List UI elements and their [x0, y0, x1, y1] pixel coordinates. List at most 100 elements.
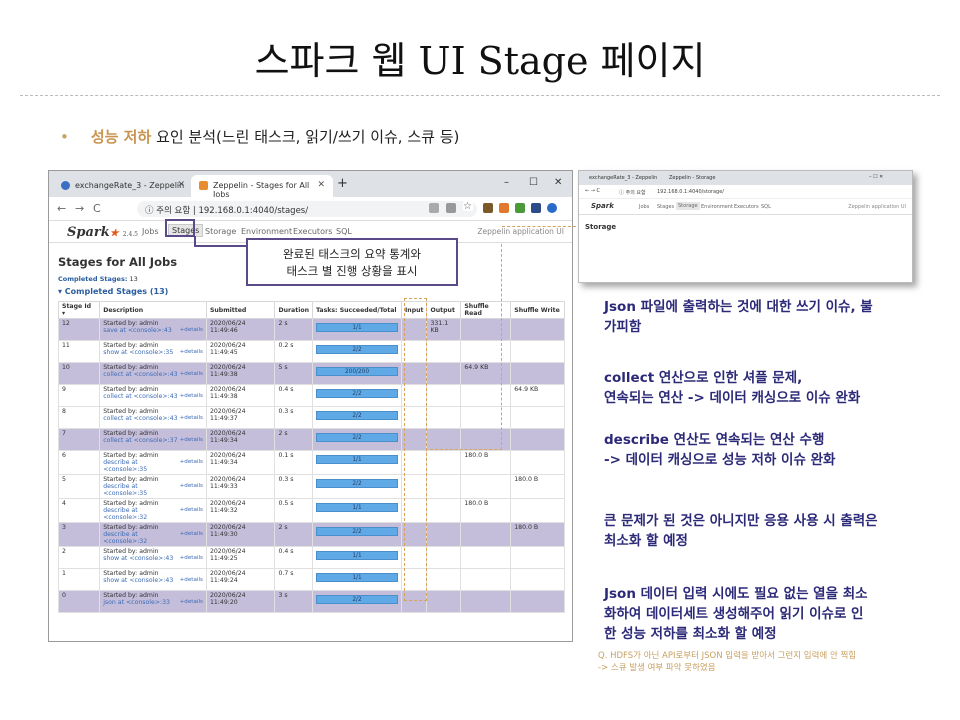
column-header[interactable]: Tasks: Succeeded/Total — [311, 301, 402, 319]
storage-address-bar: ← → C ⓘ 주의 요함 192.168.0.1:4040/storage/ — [579, 185, 912, 199]
description-cell: +details Started by: admin describe at <co… — [99, 450, 207, 475]
nav-sql[interactable]: SQL — [336, 227, 352, 236]
shuffle-write-cell — [510, 318, 565, 341]
column-header[interactable]: Submitted — [205, 301, 276, 319]
nav-stages[interactable]: Stages — [657, 204, 674, 210]
callout-line: 완료된 태스크의 요약 통계와 — [283, 247, 421, 261]
tasks-cell: 2/2 — [311, 406, 402, 429]
tab-close-icon[interactable]: ✕ — [177, 180, 185, 190]
nav-storage[interactable]: Storage — [205, 227, 236, 236]
translate-icon[interactable] — [429, 203, 439, 213]
column-header[interactable]: Shuffle Write — [510, 301, 565, 319]
tasks-cell: 1/1 — [311, 450, 402, 475]
column-header[interactable]: Duration — [274, 301, 313, 319]
nav-sql[interactable]: SQL — [761, 204, 771, 210]
nav-storage[interactable]: Storage — [676, 202, 700, 210]
browser-tabbar: exchangeRate_3 - Zeppelin ✕ Zeppelin - S… — [49, 171, 572, 199]
output-cell — [426, 450, 462, 475]
column-header[interactable]: Stage Id ▾ — [57, 301, 101, 319]
description-cell: +details Started by: admin save at <consol… — [99, 318, 207, 341]
details-link[interactable]: +details — [180, 483, 203, 489]
reload-icon[interactable]: C — [93, 202, 101, 215]
bookmark-star-icon[interactable]: ☆ — [463, 201, 473, 212]
url-field[interactable]: ⓘ 주의 요함 | 192.168.0.1:4040/stages/ — [137, 201, 477, 217]
details-link[interactable]: +details — [180, 577, 203, 583]
tab-label: exchangeRate_3 - Zeppelin — [75, 181, 185, 190]
url-text: 192.168.0.1:4040/stages/ — [198, 206, 309, 216]
storage-screenshot: exchangeRate_3 - Zeppelin Zeppelin - Sto… — [578, 170, 913, 283]
details-link[interactable]: +details — [180, 507, 203, 513]
close-window-button[interactable]: ✕ — [554, 177, 562, 188]
tab-label[interactable]: Zeppelin - Storage — [669, 175, 715, 181]
tasks-cell: 2/2 — [311, 522, 402, 547]
output-cell — [426, 590, 462, 613]
back-icon[interactable]: ← — [57, 202, 66, 215]
duration-cell: 0.4 s — [274, 546, 313, 569]
forward-icon[interactable]: → — [75, 202, 84, 215]
details-link[interactable]: +details — [180, 531, 203, 537]
column-header[interactable]: Description — [99, 301, 207, 319]
extension-icon[interactable] — [531, 203, 541, 213]
url-text[interactable]: 192.168.0.1:4040/storage/ — [657, 189, 724, 195]
shuffle-write-cell — [510, 340, 565, 363]
details-link[interactable]: +details — [180, 415, 203, 421]
details-link[interactable]: +details — [180, 599, 203, 605]
nav-jobs[interactable]: Jobs — [142, 227, 159, 236]
window-controls[interactable]: – ☐ ✕ — [869, 174, 883, 180]
duration-cell: 0.7 s — [274, 568, 313, 591]
shuffle-write-cell — [510, 498, 565, 523]
started-by: Started by: admin — [103, 386, 159, 393]
description-cell: +details Started by: admin show at <consol… — [99, 340, 207, 363]
stage-id-cell: 8 — [57, 406, 101, 429]
stages-callout: 완료된 태스크의 요약 통계와 태스크 별 진행 상황을 표시 — [246, 238, 458, 286]
started-by: Started by: admin — [103, 342, 159, 349]
tab-label[interactable]: exchangeRate_3 - Zeppelin — [589, 175, 657, 181]
extension-icon[interactable] — [483, 203, 493, 213]
nav-environment[interactable]: Environment — [701, 204, 733, 210]
details-link[interactable]: +details — [180, 371, 203, 377]
extension-icon[interactable] — [515, 203, 525, 213]
task-progress-bar: 2/2 — [315, 433, 398, 442]
details-link[interactable]: +details — [180, 437, 203, 443]
completed-stages-summary[interactable]: Completed Stages: 13 — [58, 275, 138, 283]
stage-id-cell: 9 — [57, 384, 101, 407]
security-warning: ⓘ 주의 요함 — [145, 206, 191, 216]
new-tab-button[interactable]: + — [337, 176, 348, 191]
submitted-cell: 2020/06/24 11:49:30 — [205, 522, 276, 547]
extension-icon[interactable] — [499, 203, 509, 213]
nav-arrows-icon[interactable]: ← → C — [585, 188, 600, 194]
stage-id-cell: 3 — [57, 522, 101, 547]
description-cell: +details Started by: admin collect at <con… — [99, 406, 207, 429]
duration-cell: 2 s — [274, 318, 313, 341]
note-output: 큰 문제가 된 것은 아니지만 응용 사용 시 출력은 최소화 할 예정 — [604, 513, 878, 549]
details-link[interactable]: +details — [180, 459, 203, 465]
details-link[interactable]: +details — [180, 327, 203, 333]
tab-exchangerate[interactable]: exchangeRate_3 - Zeppelin ✕ — [53, 175, 193, 197]
maximize-button[interactable]: ☐ — [529, 177, 538, 188]
nav-jobs[interactable]: Jobs — [639, 204, 649, 210]
tab-close-icon[interactable]: ✕ — [317, 180, 325, 190]
tasks-cell: 2/2 — [311, 384, 402, 407]
completed-stages-toggle[interactable]: ▾ Completed Stages (13) — [58, 287, 168, 296]
nav-environment[interactable]: Environment — [241, 227, 292, 236]
nav-executors[interactable]: Executors — [293, 227, 332, 236]
details-link[interactable]: +details — [180, 349, 203, 355]
profile-avatar[interactable] — [547, 203, 557, 213]
nav-executors[interactable]: Executors — [734, 204, 759, 210]
shuffle-read-cell: 180.0 B — [460, 498, 512, 523]
details-link[interactable]: +details — [180, 555, 203, 561]
minimize-button[interactable]: – — [504, 177, 509, 188]
output-cell — [426, 522, 462, 547]
details-link[interactable]: +details — [180, 393, 203, 399]
task-progress-bar: 2/2 — [315, 527, 398, 536]
shuffle-write-cell: 180.0 B — [510, 474, 565, 499]
tasks-cell: 2/2 — [311, 340, 402, 363]
duration-cell: 0.1 s — [274, 450, 313, 475]
submitted-cell: 2020/06/24 11:49:34 — [205, 450, 276, 475]
task-progress-bar: 1/1 — [315, 503, 398, 512]
shuffle-read-cell — [460, 590, 512, 613]
tab-stages[interactable]: Zeppelin - Stages for All Jobs ✕ — [191, 175, 333, 199]
zoom-icon[interactable] — [446, 203, 456, 213]
table-row: 0 +details Started by: admin json at <conso… — [57, 590, 565, 613]
started-by: Started by: admin — [103, 320, 159, 327]
